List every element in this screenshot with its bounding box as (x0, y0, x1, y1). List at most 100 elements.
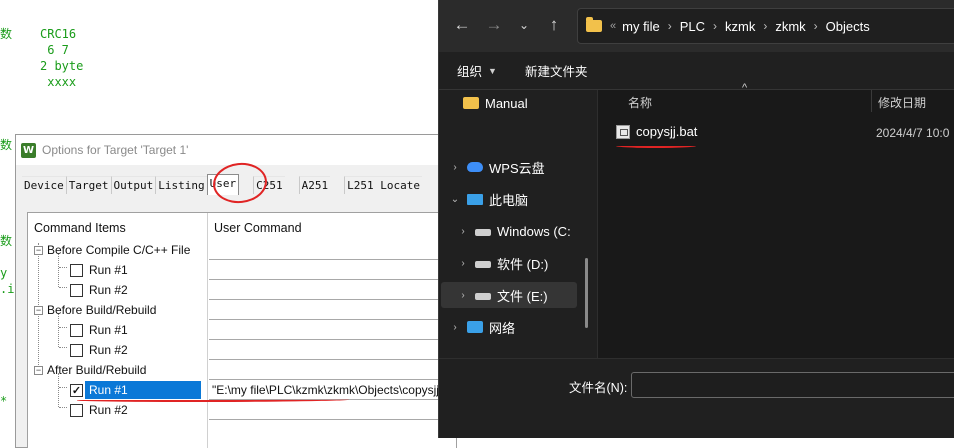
tab-a251[interactable]: A251 (298, 176, 331, 194)
tree-group-after-build[interactable]: − After Build/Rebuild (34, 360, 146, 380)
tab-bar: Device Target Output Listing User C251 A… (22, 174, 422, 195)
user-command-cell[interactable] (209, 320, 456, 340)
column-header-modified[interactable]: 修改日期 (878, 94, 926, 111)
new-folder-button[interactable]: 新建文件夹 (525, 61, 588, 80)
folder-icon (586, 17, 602, 32)
tree-connector (59, 407, 67, 408)
collapse-icon[interactable]: − (34, 305, 43, 315)
file-row[interactable]: copysjj.bat (616, 124, 697, 139)
address-bar-area: ← → ⌄ ↑ « my file › PLC › kzmk › zkmk › … (439, 0, 954, 52)
collapse-icon[interactable]: − (34, 365, 43, 375)
collapse-icon[interactable]: − (34, 245, 43, 255)
editor-text-fragment: 数 (0, 27, 13, 41)
run-checkbox[interactable] (70, 283, 83, 297)
nav-item-drive-d[interactable]: › 软件 (D:) (455, 250, 605, 276)
column-header-name[interactable]: 名称 (628, 94, 652, 111)
breadcrumb-item[interactable]: zkmk (775, 19, 805, 34)
keil-app-icon: W (21, 142, 36, 158)
tree-connector (59, 387, 67, 388)
user-command-cell (209, 240, 456, 260)
nav-item-label: 软件 (D:) (497, 256, 549, 272)
user-command-cell (209, 300, 456, 320)
run-checkbox-checked[interactable]: ✓ (70, 383, 83, 397)
chevron-down-icon[interactable]: ⌄ (447, 194, 463, 205)
user-commands-grid: Command Items User Command − Before Comp… (27, 212, 457, 448)
user-command-cell[interactable] (209, 280, 456, 300)
tab-user[interactable]: User (206, 174, 240, 195)
nav-item-this-pc[interactable]: ⌄ 此电脑 (447, 186, 597, 212)
organize-label: 组织 (457, 65, 483, 79)
user-command-cell[interactable] (209, 340, 456, 360)
chevron-down-icon[interactable]: ⌄ (513, 14, 535, 36)
filename-area: 文件名(N): (439, 358, 954, 438)
nav-item-label: Manual (485, 95, 528, 111)
tree-item-run-selected[interactable]: ✓ Run #1 (70, 380, 201, 400)
tab-listing[interactable]: Listing (155, 176, 207, 194)
user-command-cell[interactable]: "E:\my file\PLC\kzmk\zkmk\Objects\copysj… (209, 380, 456, 400)
nav-item-network[interactable]: › 网络 (447, 314, 597, 340)
tab-l251-locate[interactable]: L251 Locate (344, 176, 422, 194)
chevron-right-icon[interactable]: › (455, 258, 471, 269)
filename-input[interactable] (631, 372, 954, 398)
tree-group-before-build[interactable]: − Before Build/Rebuild (34, 300, 156, 320)
tab-output[interactable]: Output (110, 176, 156, 194)
run-checkbox[interactable] (70, 323, 83, 337)
chevron-right-icon: › (763, 19, 768, 33)
code-line: CRC16 (40, 27, 77, 41)
tab-c251[interactable]: C251 (253, 176, 285, 194)
options-dialog: W Options for Target 'Target 1' Device T… (15, 134, 457, 448)
nav-item-label: 网络 (489, 320, 516, 336)
sort-ascending-icon: ^ (742, 82, 748, 94)
chevron-right-icon[interactable]: › (447, 162, 463, 173)
tree-item-run[interactable]: Run #2 (70, 280, 128, 300)
chevron-right-icon[interactable]: › (455, 226, 471, 237)
dialog-title-bar[interactable]: W Options for Target 'Target 1' (16, 135, 454, 165)
column-header-command-items: Command Items (34, 221, 126, 235)
computer-icon (467, 193, 483, 205)
nav-item-wps-cloud[interactable]: › WPS云盘 (447, 154, 597, 180)
cloud-icon (467, 162, 483, 172)
run-checkbox[interactable] (70, 343, 83, 357)
forward-arrow-icon[interactable]: → (483, 14, 505, 36)
user-command-cell[interactable] (209, 400, 456, 420)
tree-item-run[interactable]: Run #1 (70, 260, 128, 280)
nav-item-drive-e[interactable]: › 文件 (E:) (441, 282, 577, 308)
tree-item-run[interactable]: Run #2 (70, 400, 128, 420)
tab-target[interactable]: Target (65, 176, 111, 194)
nav-scrollbar[interactable] (585, 258, 588, 328)
up-arrow-icon[interactable]: ↑ (543, 14, 565, 36)
chevron-right-icon[interactable]: › (455, 290, 471, 301)
nav-item-label: Windows (C: (497, 223, 571, 239)
run-label: Run #2 (89, 403, 128, 417)
tree-group-before-compile[interactable]: − Before Compile C/C++ File (34, 240, 190, 260)
nav-item-drive-c[interactable]: › Windows (C: (455, 218, 605, 244)
tab-device[interactable]: Device (22, 176, 66, 194)
navigation-pane: Manual › WPS云盘 ⌄ 此电脑 › Windows (C: › 软件 … (439, 90, 597, 358)
tree-item-run[interactable]: Run #2 (70, 340, 128, 360)
run-checkbox[interactable] (70, 403, 83, 417)
breadcrumb-overflow[interactable]: « (610, 20, 616, 32)
breadcrumb-item[interactable]: PLC (680, 19, 705, 34)
back-arrow-icon[interactable]: ← (451, 14, 473, 36)
organize-button[interactable]: 组织 ▼ (457, 61, 497, 80)
user-command-cell[interactable] (209, 260, 456, 280)
run-checkbox[interactable] (70, 263, 83, 277)
file-modified-date: 2024/4/7 10:0 (876, 126, 950, 140)
tree-item-run[interactable]: Run #1 (70, 320, 128, 340)
nav-item-manual[interactable]: Manual (459, 90, 609, 116)
address-bar[interactable]: « my file › PLC › kzmk › zkmk › Objects (577, 8, 954, 44)
group-label: After Build/Rebuild (47, 363, 147, 377)
column-divider[interactable] (871, 90, 872, 112)
chevron-right-icon[interactable]: › (447, 322, 463, 333)
code-line: 2 byte (40, 59, 84, 73)
breadcrumb-item[interactable]: kzmk (725, 19, 755, 34)
group-label: Before Build/Rebuild (47, 303, 157, 317)
filename-label: 文件名(N): (569, 381, 628, 395)
breadcrumb-item[interactable]: Objects (826, 19, 870, 34)
breadcrumb-item[interactable]: my file (622, 19, 660, 34)
chevron-right-icon: › (667, 19, 672, 33)
tree-connector (59, 327, 67, 328)
run-label: Run #1 (89, 263, 128, 277)
network-icon (467, 321, 483, 333)
column-header-user-command: User Command (214, 221, 302, 235)
